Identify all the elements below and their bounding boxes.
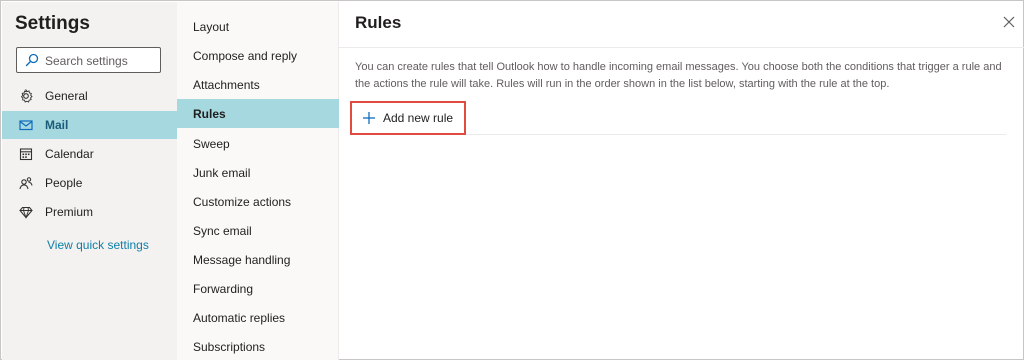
- diamond-icon: [19, 206, 33, 219]
- menu-item-forwarding[interactable]: Forwarding: [177, 274, 339, 303]
- plus-icon: [363, 112, 375, 124]
- menu-item-label: Automatic replies: [193, 311, 286, 325]
- menu-item-attachments[interactable]: Attachments: [177, 70, 339, 99]
- menu-item-layout[interactable]: Layout: [177, 12, 339, 41]
- menu-item-message-handling[interactable]: Message handling: [177, 245, 339, 274]
- nav-label: Premium: [45, 205, 94, 219]
- menu-item-label: Forwarding: [193, 282, 254, 296]
- search-box[interactable]: [16, 47, 161, 73]
- nav-item-general[interactable]: General: [2, 82, 177, 110]
- nav-item-people[interactable]: People: [2, 169, 177, 197]
- nav-label: General: [45, 89, 88, 103]
- nav-label: Calendar: [45, 147, 94, 161]
- add-new-rule-button[interactable]: Add new rule: [350, 101, 466, 135]
- settings-window: Settings General Mail: [0, 0, 1024, 360]
- menu-item-label: Rules: [193, 107, 226, 121]
- settings-title: Settings: [15, 13, 90, 34]
- menu-item-label: Subscriptions: [193, 340, 266, 354]
- search-icon: [25, 53, 39, 67]
- gear-icon: [20, 89, 33, 103]
- menu-item-customize-actions[interactable]: Customize actions: [177, 187, 339, 216]
- panel-title: Rules: [355, 13, 402, 32]
- mail-settings-menu: Layout Compose and reply Attachments Rul…: [177, 2, 339, 360]
- nav-label: Mail: [45, 118, 69, 132]
- menu-item-sync-email[interactable]: Sync email: [177, 216, 339, 245]
- menu-item-sweep[interactable]: Sweep: [177, 129, 339, 158]
- people-icon: [19, 177, 33, 190]
- menu-item-subscriptions[interactable]: Subscriptions: [177, 332, 339, 360]
- nav-item-calendar[interactable]: Calendar: [2, 140, 177, 168]
- menu-item-automatic-replies[interactable]: Automatic replies: [177, 303, 339, 332]
- settings-sidebar: Settings General Mail: [2, 2, 177, 360]
- menu-item-label: Sweep: [193, 137, 230, 151]
- rules-description: You can create rules that tell Outlook h…: [355, 61, 1002, 90]
- add-new-rule-label: Add new rule: [383, 111, 454, 125]
- menu-item-label: Attachments: [193, 78, 260, 92]
- menu-item-label: Junk email: [193, 166, 251, 180]
- view-quick-settings-link[interactable]: View quick settings: [47, 238, 149, 252]
- nav-item-mail[interactable]: Mail: [2, 111, 177, 139]
- search-input[interactable]: [45, 52, 157, 69]
- rule-list-divider: [466, 134, 1006, 135]
- menu-item-rules[interactable]: Rules: [177, 99, 339, 128]
- nav-item-premium[interactable]: Premium: [2, 198, 177, 226]
- menu-item-junk-email[interactable]: Junk email: [177, 158, 339, 187]
- menu-item-label: Sync email: [193, 224, 252, 238]
- header-divider: [339, 47, 1024, 48]
- menu-item-label: Compose and reply: [193, 49, 298, 63]
- mail-icon: [19, 120, 33, 131]
- nav-label: People: [45, 176, 83, 190]
- menu-item-label: Customize actions: [193, 195, 292, 209]
- close-icon[interactable]: [1002, 15, 1016, 29]
- menu-item-label: Message handling: [193, 253, 291, 267]
- menu-item-label: Layout: [193, 20, 230, 34]
- menu-item-compose-and-reply[interactable]: Compose and reply: [177, 41, 339, 70]
- calendar-icon: [19, 148, 33, 161]
